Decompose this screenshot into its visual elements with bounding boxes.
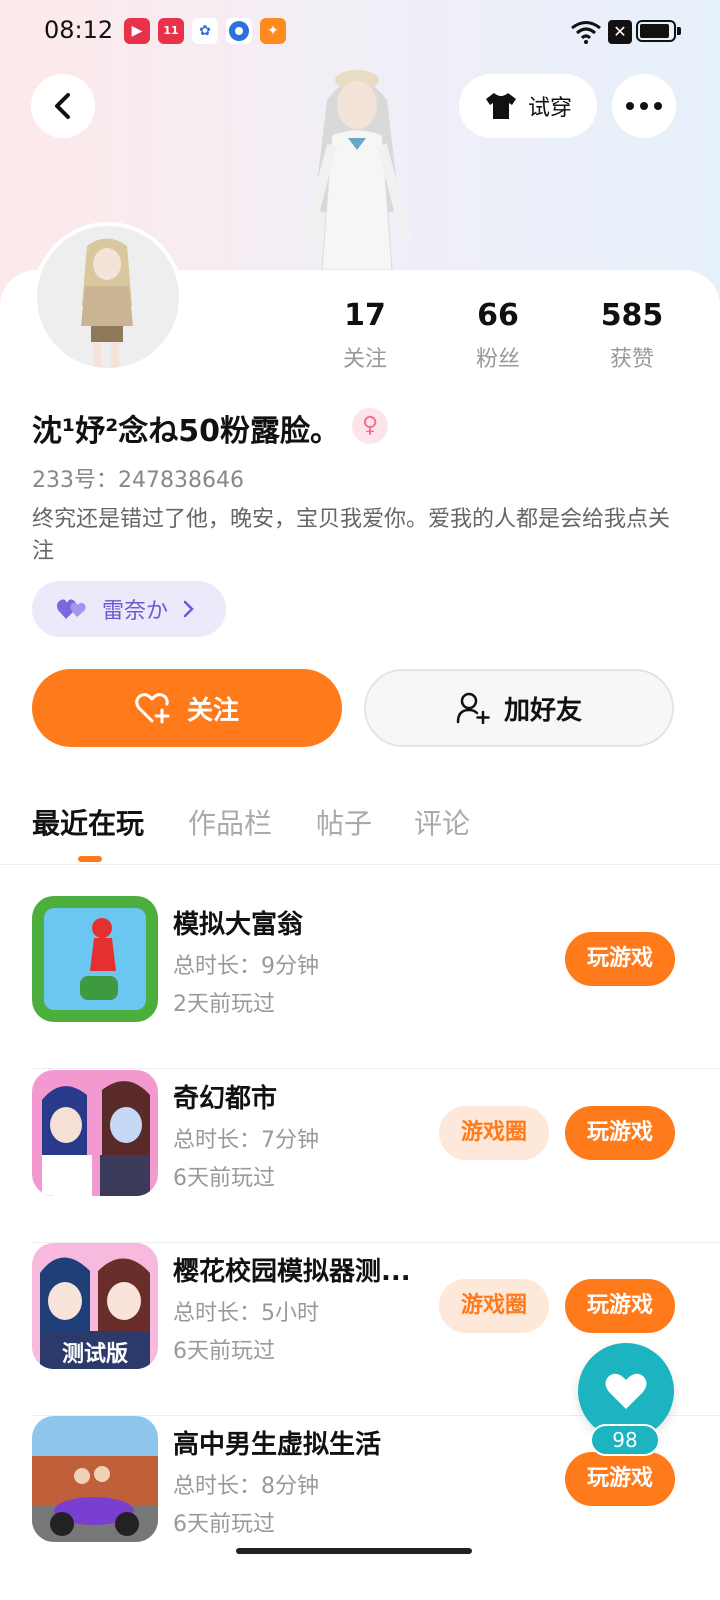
game-title: 模拟大富翁 <box>173 910 304 940</box>
likes-label: 获赞 <box>609 347 654 372</box>
game-last-played: 6天前玩过 <box>173 1339 275 1364</box>
game-last-played: 6天前玩过 <box>173 1166 275 1191</box>
play-game-button[interactable]: 玩游戏 <box>565 1452 675 1506</box>
svg-text:测试版: 测试版 <box>62 1342 128 1367</box>
game-title: 奇幻都市 <box>173 1084 278 1114</box>
following-count: 17 <box>344 298 386 333</box>
profile-name: 沈¹妤²念ね50粉露脸。 <box>32 414 341 449</box>
tshirt-icon <box>485 93 516 119</box>
row-divider <box>32 1068 720 1069</box>
add-friend-label: 加好友 <box>503 695 582 726</box>
tab-divider <box>0 864 720 865</box>
game-circle-button[interactable]: 游戏圈 <box>439 1279 549 1333</box>
game-duration: 总时长：5小时 <box>173 1301 319 1326</box>
play-game-button[interactable]: 玩游戏 <box>565 1106 675 1160</box>
stat-following[interactable]: 17 关注 <box>305 298 425 373</box>
status-bar: 08:12 ▶ 11 ✿ ✦ ✕ <box>0 0 720 64</box>
add-friend-button[interactable]: 加好友 <box>364 669 674 747</box>
more-button[interactable] <box>612 74 676 138</box>
user-id: 233号：247838646 <box>32 468 244 493</box>
status-time: 08:12 <box>44 16 114 44</box>
game-circle-button[interactable]: 游戏圈 <box>439 1106 549 1160</box>
chevron-right-icon <box>183 600 194 618</box>
back-icon <box>55 93 70 119</box>
game-duration: 总时长：7分钟 <box>173 1128 319 1153</box>
partner-tag-chip[interactable]: 雷奈か <box>32 581 226 637</box>
battery-icon <box>636 20 681 42</box>
follow-button[interactable]: 关注 <box>32 669 342 747</box>
partner-tag-label: 雷奈か <box>102 599 169 624</box>
game-icon-fantasy-city <box>32 1070 158 1196</box>
play-game-button[interactable]: 玩游戏 <box>565 1279 675 1333</box>
tab-indicator <box>78 856 102 862</box>
game-title: 高中男生虚拟生活 <box>173 1430 382 1460</box>
heart-plus-icon <box>135 693 170 724</box>
try-on-label: 试穿 <box>527 96 572 121</box>
game-last-played: 6天前玩过 <box>173 1512 275 1537</box>
avatar-3d-figure[interactable] <box>282 60 432 275</box>
tab-posts[interactable]: 帖子 <box>316 802 372 842</box>
try-on-button[interactable]: 试穿 <box>459 74 597 138</box>
tab-comments[interactable]: 评论 <box>414 802 470 842</box>
no-sim-icon: ✕ <box>608 20 632 44</box>
list-item[interactable]: 模拟大富翁 总时长：9分钟 2天前玩过 玩游戏 <box>32 896 720 1069</box>
like-count-badge: 98 <box>590 1424 660 1456</box>
wifi-icon <box>571 21 601 44</box>
baidu-icon: ✿ <box>192 18 218 44</box>
game-duration: 总时长：8分钟 <box>173 1474 319 1499</box>
list-item[interactable]: 奇幻都市 总时长：7分钟 6天前玩过 游戏圈 玩游戏 <box>32 1070 720 1243</box>
game-last-played: 2天前玩过 <box>173 992 275 1017</box>
more-icon <box>626 102 662 110</box>
tab-recent-games[interactable]: 最近在玩 <box>32 802 144 842</box>
profile-bio: 终究还是错过了他，晚安，宝贝我爱你。爱我的人都是会给我点关注 <box>32 507 671 564</box>
following-label: 关注 <box>342 347 387 372</box>
game-icon-highschool-boy <box>32 1416 158 1542</box>
fans-label: 粉丝 <box>475 347 520 372</box>
add-user-icon <box>456 692 490 724</box>
game-title: 樱花校园模拟器测... <box>173 1257 411 1287</box>
stat-likes[interactable]: 585 获赞 <box>572 298 692 373</box>
video-app-icon: ▶ <box>124 18 150 44</box>
double-heart-icon <box>57 599 86 619</box>
play-game-button[interactable]: 玩游戏 <box>565 932 675 986</box>
fans-count: 66 <box>477 298 519 333</box>
avatar[interactable] <box>33 222 183 372</box>
back-button[interactable] <box>31 74 95 138</box>
heart-icon <box>605 1373 647 1409</box>
game-app-icon: ✦ <box>260 18 286 44</box>
tab-works[interactable]: 作品栏 <box>188 802 272 842</box>
stat-fans[interactable]: 66 粉丝 <box>438 298 558 373</box>
game-duration: 总时长：9分钟 <box>173 954 319 979</box>
shopping-app-icon: 11 <box>158 18 184 44</box>
game-icon-monopoly <box>32 896 158 1022</box>
likes-count: 585 <box>600 298 664 333</box>
browser-icon <box>226 18 252 44</box>
home-indicator[interactable] <box>236 1548 472 1554</box>
follow-label: 关注 <box>186 695 239 726</box>
game-icon-sakura-school: 测试版 <box>32 1243 158 1369</box>
female-icon: ♀ <box>352 408 388 444</box>
